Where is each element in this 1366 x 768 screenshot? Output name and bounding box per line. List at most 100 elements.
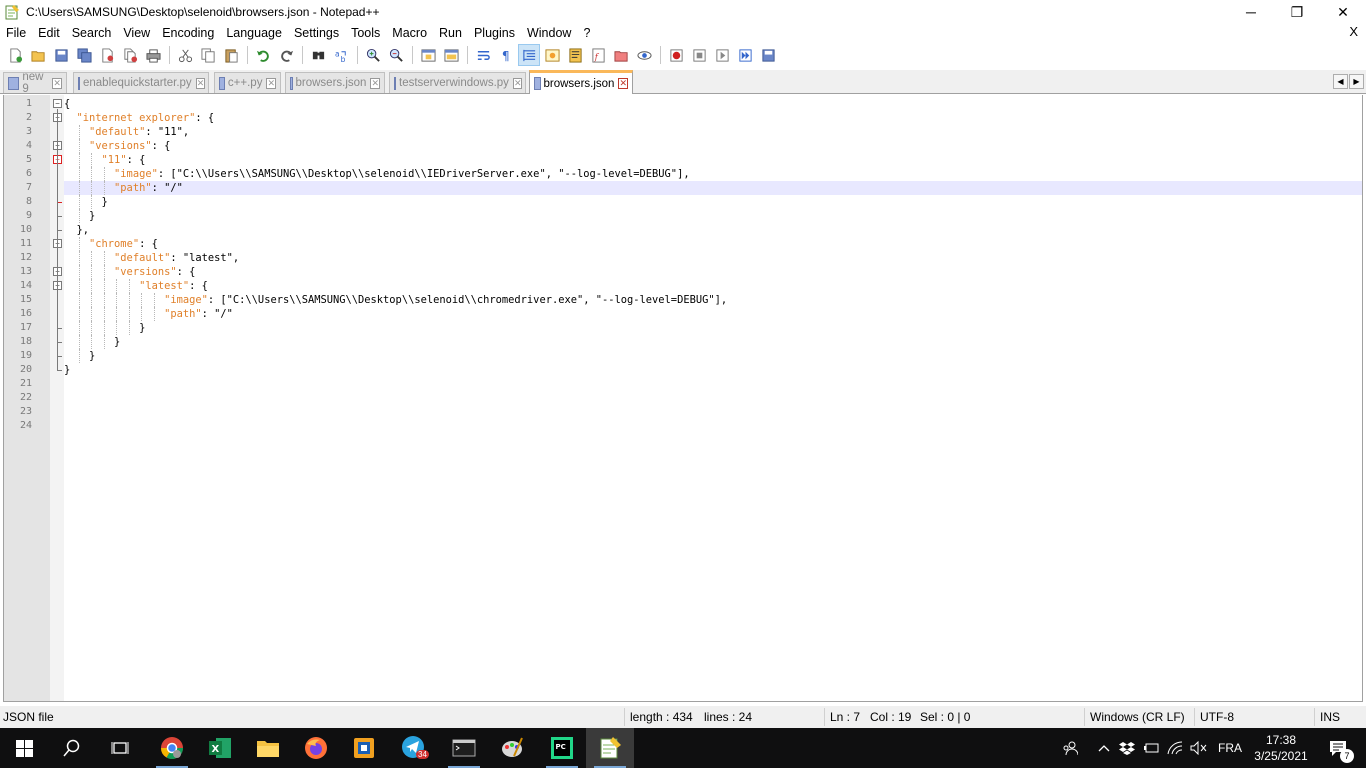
code-line[interactable] (64, 405, 1362, 419)
undo-icon[interactable] (252, 44, 274, 66)
tab-close-icon[interactable]: ✕ (52, 77, 62, 89)
code-line[interactable]: "versions": { (64, 139, 1362, 153)
monitoring-eye-icon[interactable] (633, 44, 655, 66)
user-language-icon[interactable] (541, 44, 563, 66)
show-hidden-icons-chevron-icon[interactable] (1094, 728, 1114, 768)
menu-help[interactable]: ? (577, 26, 596, 40)
code-line[interactable]: "default": "11", (64, 125, 1362, 139)
record-macro-icon[interactable] (665, 44, 687, 66)
code-line[interactable] (64, 419, 1362, 433)
code-line[interactable]: "path": "/" (64, 307, 1362, 321)
tab-browsers-json-1[interactable]: browsers.json ✕ (285, 72, 385, 93)
redo-icon[interactable] (275, 44, 297, 66)
tab-close-icon[interactable]: ✕ (195, 77, 206, 89)
code-line[interactable] (64, 391, 1362, 405)
notification-center-icon[interactable]: 7 (1318, 728, 1358, 768)
code-text-area[interactable]: { "internet explorer": { "default": "11"… (64, 95, 1362, 701)
tab-close-icon[interactable]: ✕ (370, 77, 380, 89)
tab-scroll-left-icon[interactable]: ◀ (1333, 74, 1348, 89)
firefox-taskbar-button[interactable] (292, 728, 340, 768)
close-all-icon[interactable] (119, 44, 141, 66)
show-all-characters-icon[interactable]: ¶ (495, 44, 517, 66)
code-line[interactable]: } (64, 335, 1362, 349)
code-line[interactable]: { (64, 97, 1362, 111)
function-list-icon[interactable]: f (587, 44, 609, 66)
print-icon[interactable] (142, 44, 164, 66)
tab-testserverwindows[interactable]: testserverwindows.py ✕ (389, 72, 526, 93)
code-line[interactable]: } (64, 195, 1362, 209)
minimize-button[interactable]: ─ (1228, 0, 1274, 24)
close-file-icon[interactable] (96, 44, 118, 66)
menu-tools[interactable]: Tools (345, 26, 386, 40)
code-line[interactable]: "chrome": { (64, 237, 1362, 251)
dropbox-icon[interactable] (1116, 728, 1138, 768)
menu-view[interactable]: View (117, 26, 156, 40)
code-line[interactable]: "11": { (64, 153, 1362, 167)
code-line[interactable]: "internet explorer": { (64, 111, 1362, 125)
code-line[interactable]: "default": "latest", (64, 251, 1362, 265)
cut-icon[interactable] (174, 44, 196, 66)
indent-guide-icon[interactable] (518, 44, 540, 66)
search-button[interactable] (48, 728, 96, 768)
terminal-taskbar-button[interactable] (440, 728, 488, 768)
menu-search[interactable]: Search (66, 26, 118, 40)
excel-taskbar-button[interactable]: X (196, 728, 244, 768)
close-document-button[interactable]: X (1349, 24, 1358, 39)
tab-close-icon[interactable]: ✕ (512, 77, 523, 89)
save-macro-icon[interactable] (757, 44, 779, 66)
people-icon[interactable] (1058, 728, 1082, 768)
code-line[interactable]: "image": ["C:\\Users\\SAMSUNG\\Desktop\\… (64, 167, 1362, 181)
stop-macro-icon[interactable] (688, 44, 710, 66)
fold-margin[interactable]: −−−−−−− (50, 95, 64, 701)
save-all-icon[interactable] (73, 44, 95, 66)
restore-button[interactable]: ❐ (1274, 0, 1320, 24)
document-map-icon[interactable] (564, 44, 586, 66)
code-line[interactable]: } (64, 363, 1362, 377)
code-line[interactable]: } (64, 321, 1362, 335)
paint-taskbar-button[interactable] (488, 728, 536, 768)
copy-icon[interactable] (197, 44, 219, 66)
tab-close-icon[interactable]: ✕ (618, 78, 628, 89)
replace-icon[interactable]: ab (330, 44, 352, 66)
code-line[interactable]: } (64, 209, 1362, 223)
start-button[interactable] (0, 728, 48, 768)
tab-close-icon[interactable]: ✕ (266, 77, 276, 89)
tab-cpp-py[interactable]: c++.py ✕ (214, 72, 281, 93)
new-file-icon[interactable] (4, 44, 26, 66)
run-macro-multiple-icon[interactable] (734, 44, 756, 66)
code-line[interactable]: "versions": { (64, 265, 1362, 279)
wifi-icon[interactable] (1164, 728, 1186, 768)
play-macro-icon[interactable] (711, 44, 733, 66)
code-line[interactable]: "latest": { (64, 279, 1362, 293)
fold-toggle-icon[interactable]: − (53, 99, 62, 108)
code-line[interactable]: }, (64, 223, 1362, 237)
find-icon[interactable] (307, 44, 329, 66)
menu-run[interactable]: Run (433, 26, 468, 40)
telegram-taskbar-button[interactable]: 34 (390, 728, 438, 768)
tab-browsers-json-active[interactable]: browsers.json ✕ (529, 70, 633, 94)
menu-edit[interactable]: Edit (32, 26, 66, 40)
code-line[interactable]: "image": ["C:\\Users\\SAMSUNG\\Desktop\\… (64, 293, 1362, 307)
menu-encoding[interactable]: Encoding (156, 26, 220, 40)
tab-enablequickstarter[interactable]: enablequickstarter.py ✕ (73, 72, 209, 93)
sync-horizontal-icon[interactable] (440, 44, 462, 66)
file-explorer-taskbar-button[interactable] (244, 728, 292, 768)
battery-icon[interactable] (1140, 728, 1162, 768)
code-line[interactable]: } (64, 349, 1362, 363)
input-language-indicator[interactable]: FRA (1214, 728, 1246, 768)
zoom-in-icon[interactable] (362, 44, 384, 66)
folder-as-workspace-icon[interactable] (610, 44, 632, 66)
menu-plugins[interactable]: Plugins (468, 26, 521, 40)
open-file-icon[interactable] (27, 44, 49, 66)
virtualbox-taskbar-button[interactable] (340, 728, 388, 768)
tab-scroll-right-icon[interactable]: ▶ (1349, 74, 1364, 89)
menu-window[interactable]: Window (521, 26, 577, 40)
menu-language[interactable]: Language (220, 26, 288, 40)
close-window-button[interactable]: ✕ (1320, 0, 1366, 24)
chrome-taskbar-button[interactable] (148, 728, 196, 768)
menu-macro[interactable]: Macro (386, 26, 433, 40)
paste-icon[interactable] (220, 44, 242, 66)
menu-file[interactable]: File (0, 26, 32, 40)
sync-vertical-icon[interactable] (417, 44, 439, 66)
editor-area[interactable]: 1 2 3 4 5 6 7 8 9 10 11 12 13 14 15 16 17 18 19 20 21 22 23 24 … (3, 95, 1363, 702)
